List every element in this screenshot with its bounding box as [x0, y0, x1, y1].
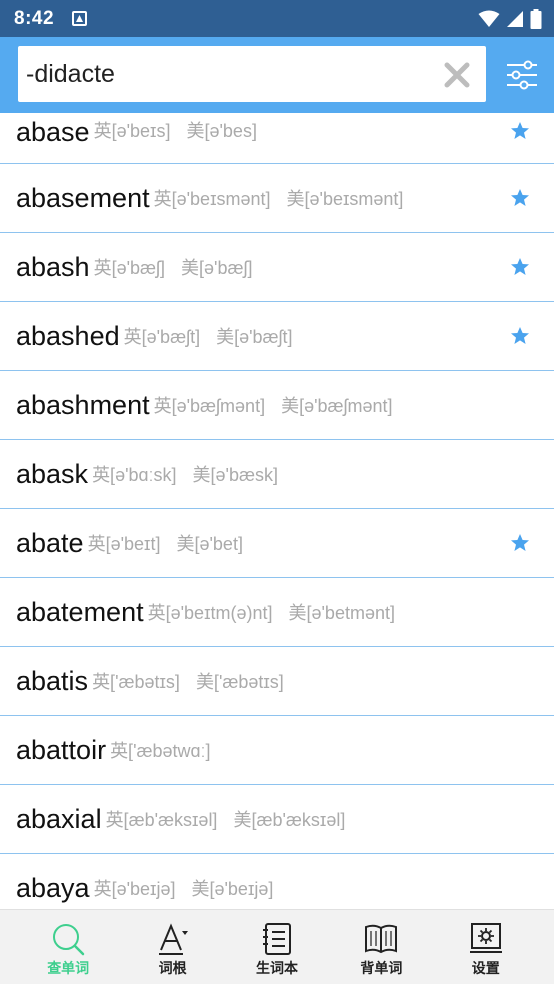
- status-left: 8:42: [14, 7, 88, 30]
- word-text: abask: [16, 458, 89, 489]
- word-text: abashed: [16, 320, 120, 351]
- us-pronunciation: 美[ə'bæsk]: [192, 465, 279, 485]
- uk-pronunciation: 英[ə'beɪsmənt]: [153, 189, 271, 209]
- word-text: abatement: [16, 596, 144, 627]
- us-pronunciation: 美[ə'bet]: [176, 534, 243, 554]
- nav-item-roots[interactable]: 词根: [123, 910, 223, 978]
- wifi-icon: [478, 10, 500, 27]
- sliders-icon: [507, 60, 537, 90]
- uk-pronunciation: 英[ə'bæʃt]: [123, 327, 201, 347]
- uk-pronunciation: 英[ə'beɪt]: [87, 534, 161, 554]
- clock: 8:42: [14, 7, 55, 29]
- word-text: abaya: [16, 872, 90, 903]
- word-row[interactable]: abate 英[ə'beɪt] 美[ə'bet]: [0, 509, 554, 578]
- nav-item-memorize[interactable]: 背单词: [331, 910, 431, 978]
- letter-a-icon: [158, 923, 188, 955]
- search-toolbar: [0, 37, 554, 113]
- nav-item-settings[interactable]: 设置: [436, 910, 536, 978]
- uk-pronunciation: 英['æbətwɑː]: [110, 741, 211, 761]
- word-row[interactable]: abattoir 英['æbətwɑː]: [0, 716, 554, 785]
- word-row[interactable]: abaxial 英[æb'æksɪəl] 美[æb'æksɪəl]: [0, 785, 554, 854]
- us-pronunciation: 美[ə'bæʃmənt]: [281, 396, 393, 416]
- bottom-nav: 查单词 词根 生词本 背单词 设置: [0, 909, 554, 984]
- word-row[interactable]: abask 英[ə'bɑːsk] 美[ə'bæsk]: [0, 440, 554, 509]
- us-pronunciation: 美[ə'beɪsmənt]: [286, 189, 404, 209]
- us-pronunciation: 美['æbətɪs]: [195, 672, 284, 692]
- word-text: abattoir: [16, 734, 107, 765]
- status-bar: 8:42: [0, 0, 554, 37]
- uk-pronunciation: 英[ə'beɪjə]: [93, 879, 176, 899]
- nav-label-lookup: 查单词: [47, 961, 90, 977]
- word-row[interactable]: abashed 英[ə'bæʃt] 美[ə'bæʃt]: [0, 302, 554, 371]
- word-text: abashment: [16, 389, 150, 420]
- word-row[interactable]: abatis 英['æbətɪs] 美['æbətɪs]: [0, 647, 554, 716]
- nav-item-wordbook[interactable]: 生词本: [227, 910, 327, 978]
- word-row[interactable]: abashment 英[ə'bæʃmənt] 美[ə'bæʃmənt]: [0, 371, 554, 440]
- notebook-icon: [262, 923, 291, 955]
- nav-item-lookup[interactable]: 查单词: [18, 910, 118, 978]
- uk-pronunciation: 英[ə'beɪs]: [93, 121, 171, 141]
- uk-pronunciation: 英[æb'æksɪəl]: [105, 810, 218, 830]
- nav-label-roots: 词根: [158, 961, 187, 977]
- search-input[interactable]: [18, 46, 418, 102]
- search-icon: [53, 924, 85, 956]
- word-row[interactable]: abatement 英[ə'beɪtm(ə)nt] 美[ə'betmənt]: [0, 578, 554, 647]
- uk-pronunciation: 英[ə'bɑːsk]: [92, 465, 177, 485]
- word-text: abatis: [16, 665, 89, 696]
- us-pronunciation: 美[ə'bes]: [186, 121, 257, 141]
- battery-icon: [530, 8, 542, 29]
- word-text: abaxial: [16, 803, 102, 834]
- word-text: abase: [16, 117, 90, 147]
- status-right: [478, 8, 542, 29]
- close-icon: [444, 62, 470, 88]
- word-text: abate: [16, 527, 84, 558]
- uk-pronunciation: 英[ə'bæʃ]: [93, 258, 166, 278]
- star-icon[interactable]: [510, 326, 530, 346]
- us-pronunciation: 美[ə'beɪjə]: [191, 879, 274, 899]
- us-pronunciation: 美[ə'bæʃ]: [181, 258, 253, 278]
- uk-pronunciation: 英['æbətɪs]: [92, 672, 180, 692]
- star-icon[interactable]: [510, 121, 530, 141]
- word-row[interactable]: abaya 英[ə'beɪjə] 美[ə'beɪjə]: [0, 854, 554, 909]
- uk-pronunciation: 英[ə'bæʃmənt]: [153, 396, 266, 416]
- us-pronunciation: 美[ə'betmənt]: [288, 603, 395, 623]
- filter-button[interactable]: [504, 57, 540, 93]
- signal-icon: [507, 10, 523, 27]
- word-list: abase 英[ə'beɪs] 美[ə'bes] abasement 英[ə'beɪsm…: [0, 113, 554, 909]
- us-pronunciation: 美[æb'æksɪəl]: [233, 810, 346, 830]
- uk-pronunciation: 英[ə'beɪtm(ə)nt]: [147, 603, 273, 623]
- star-icon[interactable]: [510, 257, 530, 277]
- open-book-icon: [365, 924, 398, 954]
- word-row[interactable]: abasement 英[ə'beɪsmənt] 美[ə'beɪsmənt]: [0, 164, 554, 233]
- word-row[interactable]: abase 英[ə'beɪs] 美[ə'bes]: [0, 113, 554, 164]
- word-text: abash: [16, 251, 90, 282]
- star-icon[interactable]: [510, 188, 530, 208]
- nav-label-wordbook: 生词本: [255, 961, 298, 977]
- word-text: abasement: [16, 182, 150, 213]
- settings-icon: [469, 923, 502, 953]
- us-pronunciation: 美[ə'bæʃt]: [216, 327, 293, 347]
- notification-icon: [72, 11, 88, 26]
- search-box: [18, 46, 486, 102]
- word-row[interactable]: abash 英[ə'bæʃ] 美[ə'bæʃ]: [0, 233, 554, 302]
- star-icon[interactable]: [510, 533, 530, 553]
- nav-label-settings: 设置: [471, 961, 500, 977]
- nav-label-memorize: 背单词: [360, 961, 403, 977]
- clear-search-button[interactable]: [442, 60, 472, 90]
